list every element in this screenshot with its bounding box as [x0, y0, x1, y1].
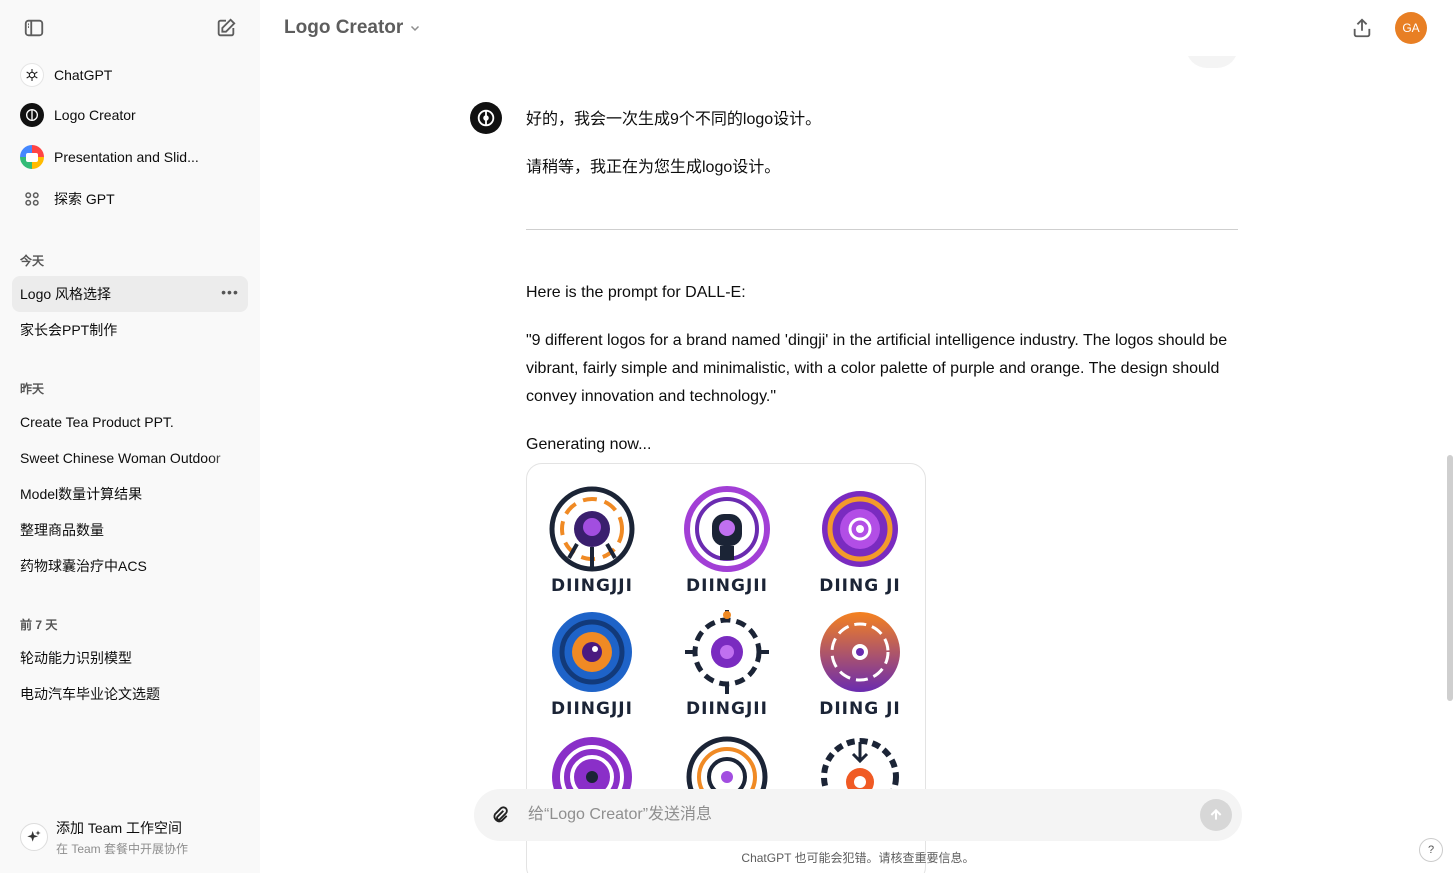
logo-tile: DIINGJJI — [527, 607, 657, 727]
team-title: 添加 Team 工作空间 — [56, 819, 183, 836]
gpt-item-label: ChatGPT — [54, 67, 113, 83]
team-subtitle: 在 Team 套餐中开展协作 — [56, 841, 189, 856]
logo-text: DIINGJJI — [551, 699, 633, 719]
gpt-item-chatgpt[interactable]: ChatGPT — [12, 57, 248, 93]
send-button[interactable] — [1200, 799, 1232, 831]
history-item[interactable]: Logo 风格选择 ••• — [12, 276, 248, 312]
logo-text: DIING JI — [819, 699, 901, 719]
chat-area: 好的，我会一次生成9个不同的logo设计。 请稍等，我正在为您生成logo设计。… — [260, 56, 1455, 873]
message-composer — [474, 789, 1242, 841]
sparkle-icon — [20, 823, 48, 851]
logo-text: DIINGJII — [686, 699, 768, 719]
section-title-today: 今天 — [20, 254, 45, 268]
history-item-label: 轮动能力识别模型 — [20, 650, 132, 666]
previous-message-bubble — [1186, 56, 1238, 68]
history-item-label: Sweet Chinese Woman Outdoor — [20, 450, 221, 466]
history-item[interactable]: 药物球囊治疗中ACS — [12, 548, 248, 584]
history-item-label: 整理商品数量 — [20, 522, 104, 538]
sidebar: ChatGPT Logo Creator Presentation and Sl… — [0, 0, 260, 873]
bot-avatar — [470, 102, 502, 134]
divider — [526, 229, 1238, 230]
gpt-item-presentation[interactable]: Presentation and Slid... — [12, 139, 248, 175]
logo-creator-icon — [20, 103, 44, 127]
more-options-icon[interactable]: ••• — [220, 284, 240, 304]
chevron-down-icon — [409, 18, 421, 40]
dalle-prompt: "9 different logos for a brand named 'di… — [526, 332, 1228, 405]
disclaimer: ChatGPT 也可能会犯错。请核查重要信息。 — [741, 851, 975, 865]
history-item[interactable]: 电动汽车毕业论文选题 — [12, 676, 248, 712]
gpt-item-explore[interactable]: 探索 GPT — [12, 181, 248, 217]
gpt-item-label: 探索 GPT — [54, 191, 115, 207]
assistant-message: 请稍等，我正在为您生成logo设计。 — [526, 159, 781, 176]
gpt-item-label: Logo Creator — [54, 107, 136, 123]
history-item-label: Model数量计算结果 — [20, 486, 143, 502]
toggle-sidebar-icon[interactable] — [16, 10, 52, 46]
paperclip-icon[interactable] — [488, 803, 512, 827]
logo-tile: DIINGJII — [662, 484, 792, 604]
history-item[interactable]: Model数量计算结果 — [12, 476, 248, 512]
logo-tile: DIING JI — [795, 607, 925, 727]
share-icon[interactable] — [1346, 12, 1378, 44]
section-title-last-7-days: 前 7 天 — [20, 618, 58, 632]
new-chat-icon[interactable] — [208, 10, 244, 46]
openai-logo-icon — [20, 63, 44, 87]
assistant-message: Here is the prompt for DALL-E: — [526, 284, 746, 301]
history-item[interactable]: Sweet Chinese Woman Outdoor — [12, 440, 248, 476]
assistant-message: 好的，我会一次生成9个不同的logo设计。 — [526, 111, 822, 128]
section-title-yesterday: 昨天 — [20, 382, 45, 396]
logo-text: DIINGJII — [686, 576, 768, 596]
help-button[interactable]: ? — [1419, 838, 1443, 862]
logo-text: DIING JI — [819, 576, 901, 596]
gpt-item-label: Presentation and Slid... — [54, 149, 199, 165]
assistant-message: Generating now... — [526, 436, 652, 453]
avatar[interactable]: GA — [1395, 12, 1427, 44]
page-title: Logo Creator — [284, 17, 404, 38]
history-item-label: Logo 风格选择 — [20, 286, 112, 302]
history-item-label: 电动汽车毕业论文选题 — [20, 686, 160, 702]
model-selector[interactable]: Logo Creator — [284, 16, 421, 40]
logo-tile: DIINGJII — [662, 607, 792, 727]
history-item[interactable]: 整理商品数量 — [12, 512, 248, 548]
history-item[interactable]: 轮动能力识别模型 — [12, 640, 248, 676]
presentation-icon — [20, 145, 44, 169]
header: Logo Creator GA — [260, 0, 1455, 56]
grid-icon — [20, 187, 44, 211]
history-item-label: 家长会PPT制作 — [20, 322, 118, 338]
logo-tile: DIINGJJI — [527, 484, 657, 604]
logo-text: DIINGJJI — [551, 576, 633, 596]
history-item[interactable]: 家长会PPT制作 — [12, 312, 248, 348]
gpt-item-logo-creator[interactable]: Logo Creator — [12, 97, 248, 133]
add-team-workspace[interactable]: 添加 Team 工作空间 在 Team 套餐中开展协作 — [12, 810, 248, 864]
history-item-label: Create Tea Product PPT. — [20, 414, 174, 430]
logo-tile: DIING JI — [795, 484, 925, 604]
scrollbar[interactable] — [1447, 455, 1453, 701]
history-item-label: 药物球囊治疗中ACS — [20, 558, 147, 574]
message-input[interactable] — [528, 802, 1178, 828]
history-item[interactable]: Create Tea Product PPT. — [12, 404, 248, 440]
